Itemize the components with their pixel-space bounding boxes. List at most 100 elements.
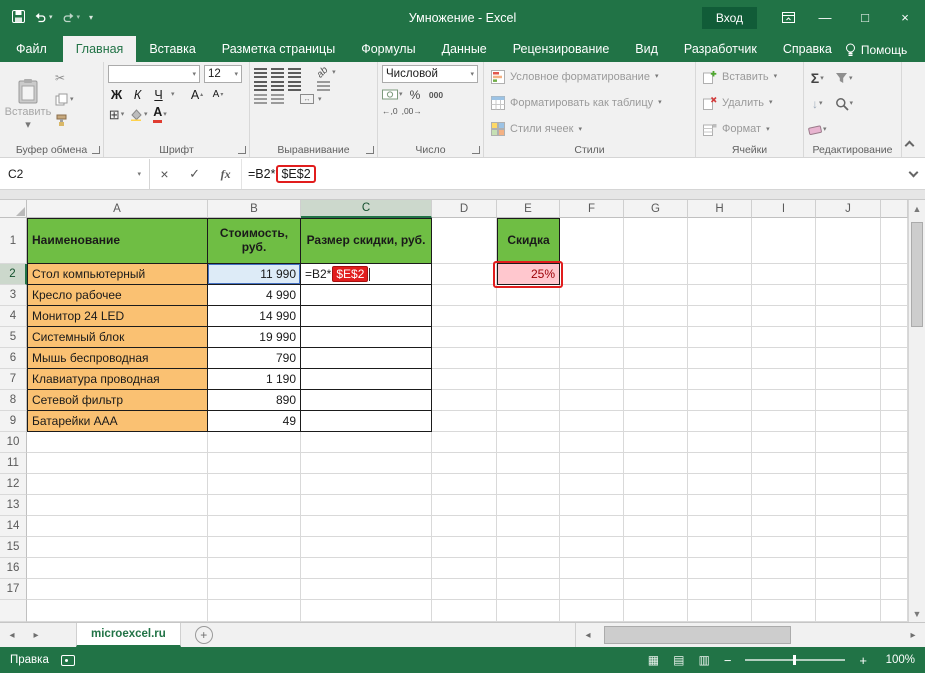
- column-header-C[interactable]: C: [301, 200, 432, 218]
- macro-record-icon[interactable]: [61, 655, 75, 666]
- cell-C18[interactable]: [301, 600, 432, 622]
- cell-H14[interactable]: [688, 516, 752, 537]
- cell-B17[interactable]: [208, 579, 301, 600]
- cell-A9[interactable]: Батарейки AAA: [27, 411, 208, 432]
- cell-C3[interactable]: [301, 285, 432, 306]
- cell-F10[interactable]: [560, 432, 624, 453]
- cell-F14[interactable]: [560, 516, 624, 537]
- column-header-F[interactable]: F: [560, 200, 624, 218]
- column-header-D[interactable]: D: [432, 200, 497, 218]
- select-all-corner[interactable]: [0, 200, 27, 218]
- confirm-entry-button[interactable]: ✓: [189, 166, 200, 182]
- paste-button[interactable]: Вставить ▾: [4, 65, 52, 141]
- cell-D15[interactable]: [432, 537, 497, 558]
- cell-G16[interactable]: [624, 558, 688, 579]
- cell-F8[interactable]: [560, 390, 624, 411]
- copy-button[interactable]: ▾: [55, 90, 74, 108]
- name-box[interactable]: C2 ▾: [0, 159, 150, 189]
- wrap-text-icon[interactable]: [317, 81, 330, 91]
- cell-E11[interactable]: [497, 453, 560, 474]
- tab-1[interactable]: Вставка: [136, 36, 208, 62]
- align-middle-icon[interactable]: [271, 68, 284, 78]
- conditional-formatting-button[interactable]: Условное форматирование ▾: [488, 65, 692, 88]
- cell-B7[interactable]: 1 190: [208, 369, 301, 390]
- column-header-G[interactable]: G: [624, 200, 688, 218]
- row-header-17[interactable]: 17: [0, 579, 27, 600]
- cell-D12[interactable]: [432, 474, 497, 495]
- tab-6[interactable]: Вид: [622, 36, 671, 62]
- expand-formula-bar-button[interactable]: [901, 159, 925, 189]
- cell-B3[interactable]: 4 990: [208, 285, 301, 306]
- cell-I10[interactable]: [752, 432, 816, 453]
- close-button[interactable]: ×: [885, 0, 925, 35]
- increase-indent-icon[interactable]: [271, 94, 284, 104]
- horizontal-scroll-thumb[interactable]: [604, 626, 791, 644]
- page-layout-view-icon[interactable]: ▤: [673, 653, 684, 667]
- row-header-13[interactable]: 13: [0, 495, 27, 516]
- cell-D14[interactable]: [432, 516, 497, 537]
- collapse-ribbon-icon[interactable]: [905, 141, 915, 151]
- ribbon-display-options-icon[interactable]: [771, 12, 805, 23]
- cell-F18[interactable]: [560, 600, 624, 622]
- cell-G13[interactable]: [624, 495, 688, 516]
- cell-C6[interactable]: [301, 348, 432, 369]
- tab-2[interactable]: Разметка страницы: [209, 36, 348, 62]
- cell-C17[interactable]: [301, 579, 432, 600]
- cell-E6[interactable]: [497, 348, 560, 369]
- cell-A6[interactable]: Мышь беспроводная: [27, 348, 208, 369]
- help-entry[interactable]: Помощь: [845, 43, 907, 57]
- cell-H10[interactable]: [688, 432, 752, 453]
- align-bottom-icon[interactable]: [288, 68, 301, 78]
- cell-H5[interactable]: [688, 327, 752, 348]
- font-size-combo[interactable]: 12▾: [204, 65, 242, 83]
- row-header-9[interactable]: 9: [0, 411, 27, 432]
- cell-B18[interactable]: [208, 600, 301, 622]
- vertical-scrollbar[interactable]: ▲ ▼: [908, 200, 925, 622]
- cell-B11[interactable]: [208, 453, 301, 474]
- cell-G18[interactable]: [624, 600, 688, 622]
- row-header-6[interactable]: 6: [0, 348, 27, 369]
- align-left-icon[interactable]: [254, 81, 267, 91]
- cell-D7[interactable]: [432, 369, 497, 390]
- cell-H4[interactable]: [688, 306, 752, 327]
- cell-B16[interactable]: [208, 558, 301, 579]
- cell-B1[interactable]: Стоимость, руб.: [208, 218, 301, 264]
- cell-A4[interactable]: Монитор 24 LED: [27, 306, 208, 327]
- formula-input[interactable]: =B2*$E$2: [242, 159, 901, 189]
- cell-E17[interactable]: [497, 579, 560, 600]
- cell-A18[interactable]: [27, 600, 208, 622]
- cell-H18[interactable]: [688, 600, 752, 622]
- sheet-nav-left-icon[interactable]: ◂: [0, 623, 24, 647]
- row-header-3[interactable]: 3: [0, 285, 27, 306]
- zoom-in-button[interactable]: +: [859, 654, 867, 667]
- autosum-button[interactable]: Σ▾: [808, 70, 827, 87]
- cell-D18[interactable]: [432, 600, 497, 622]
- cell-A16[interactable]: [27, 558, 208, 579]
- cell-E16[interactable]: [497, 558, 560, 579]
- cell-I8[interactable]: [752, 390, 816, 411]
- cell-H6[interactable]: [688, 348, 752, 369]
- sort-filter-button[interactable]: ▾: [835, 70, 854, 87]
- cell-E4[interactable]: [497, 306, 560, 327]
- cell-E3[interactable]: [497, 285, 560, 306]
- cell-G12[interactable]: [624, 474, 688, 495]
- cell-F15[interactable]: [560, 537, 624, 558]
- cell-J12[interactable]: [816, 474, 881, 495]
- column-header-I[interactable]: I: [752, 200, 816, 218]
- scroll-right-icon[interactable]: ▸: [901, 630, 925, 641]
- tab-0[interactable]: Главная: [63, 36, 137, 62]
- sheet-tab-active[interactable]: microexcel.ru: [76, 623, 181, 647]
- cell-G4[interactable]: [624, 306, 688, 327]
- save-icon[interactable]: [12, 10, 25, 26]
- cell-J3[interactable]: [816, 285, 881, 306]
- tab-7[interactable]: Разработчик: [671, 36, 770, 62]
- cell-C2[interactable]: =B2*$E$2: [301, 264, 432, 285]
- font-color-button[interactable]: А▾: [152, 106, 169, 123]
- cell-I9[interactable]: [752, 411, 816, 432]
- cell-G1[interactable]: [624, 218, 688, 264]
- format-as-table-button[interactable]: Форматировать как таблицу ▾: [488, 91, 692, 114]
- cell-I17[interactable]: [752, 579, 816, 600]
- row-header-1[interactable]: 1: [0, 218, 27, 264]
- new-sheet-button[interactable]: +: [195, 626, 213, 644]
- tab-file[interactable]: Файл: [0, 36, 63, 62]
